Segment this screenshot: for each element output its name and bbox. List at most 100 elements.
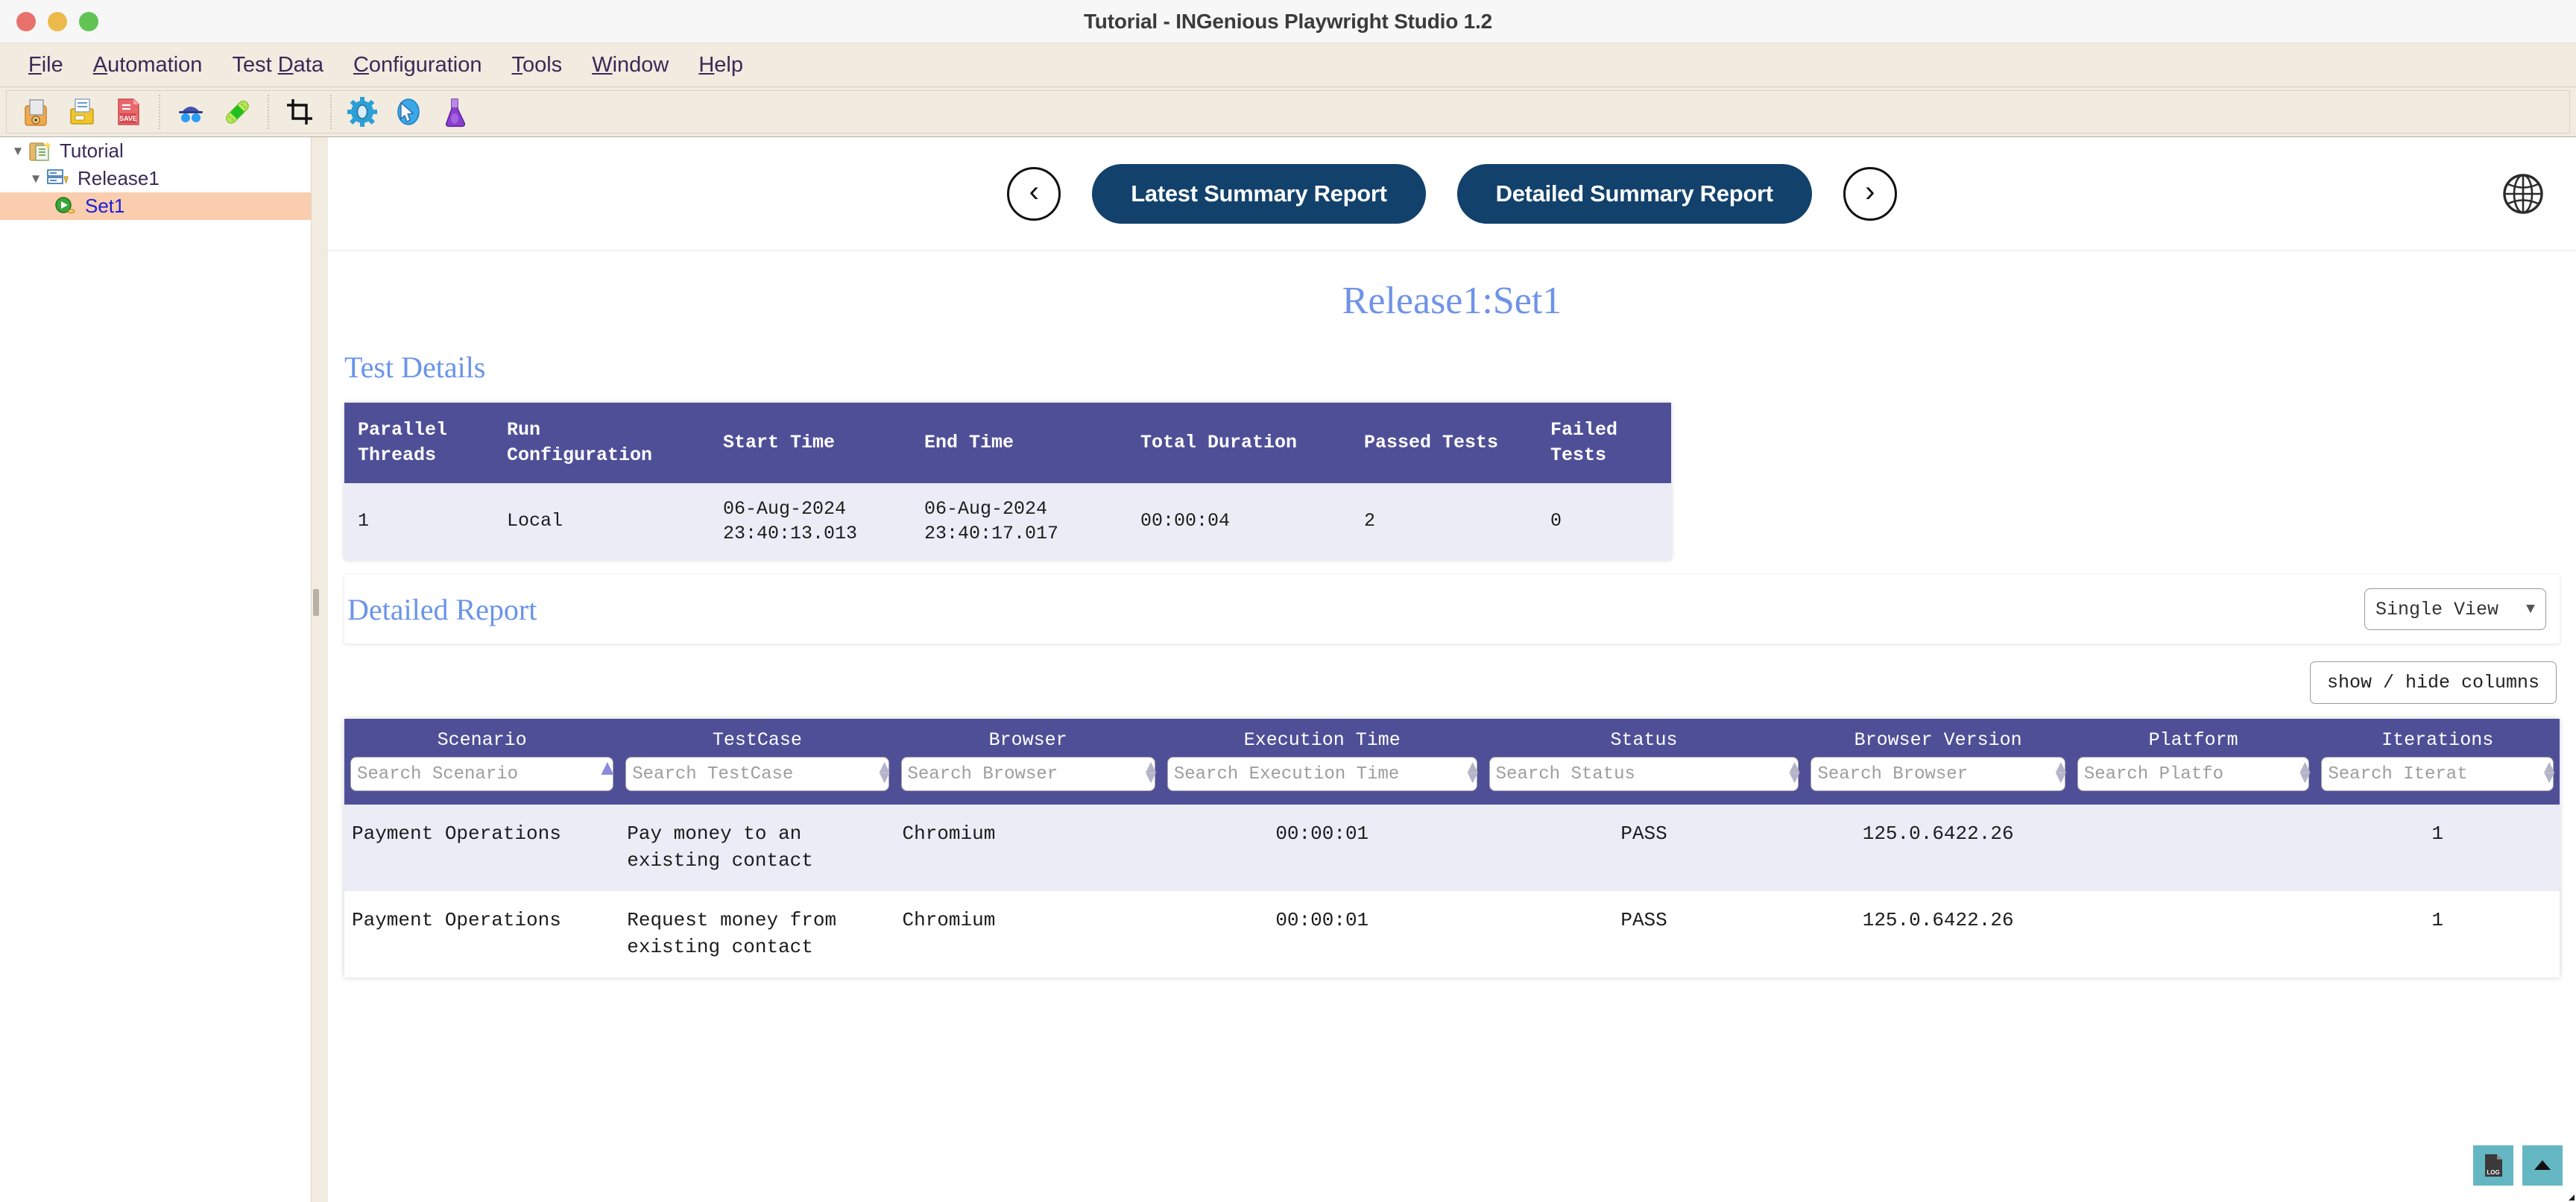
detailed-report-table: Scenario ▲▼ TestCase ▲▼ Browser ▲▼ — [344, 719, 2560, 978]
col-label-iterations: Iterations — [2381, 729, 2494, 751]
search-scenario-input[interactable] — [350, 757, 614, 791]
search-browser-version-input[interactable] — [1811, 757, 2065, 791]
search-execution-time-input[interactable] — [1167, 757, 1477, 791]
table-header-row: Parallel Threads Run Configuration Start… — [344, 403, 1671, 483]
col-label-scenario: Scenario — [437, 729, 527, 751]
show-hide-columns-row: show / hide columns — [328, 661, 2557, 704]
tree-item-release1[interactable]: ▼ Release1 — [0, 165, 311, 192]
cell-browser: Chromium — [894, 805, 1161, 891]
th-execution-time: Execution Time ▲▼ — [1161, 719, 1483, 805]
end-time-date: 06-Aug-2024 — [924, 497, 1048, 520]
sort-iterations-button[interactable]: ▲ ▼ — [2540, 758, 2558, 787]
cell-passed-tests: 2 — [1351, 482, 1537, 560]
th-scenario: Scenario ▲▼ — [344, 719, 620, 805]
menu-help[interactable]: Help — [684, 50, 758, 81]
sort-browser-version-button[interactable]: ▲ ▼ — [2052, 758, 2070, 787]
sort-execution-time-button[interactable]: ▲ ▼ — [1464, 758, 1482, 787]
sort-platform-button[interactable]: ▲ ▼ — [2296, 758, 2314, 787]
cell-testcase-link[interactable]: Pay money to an existing contact — [619, 805, 895, 891]
toolbar: SAVE — [0, 86, 2576, 137]
project-icon — [28, 140, 54, 163]
detailed-summary-report-button[interactable]: Detailed Summary Report — [1456, 163, 1812, 224]
view-mode-select[interactable]: Single View ▼ — [2364, 588, 2546, 630]
next-report-button[interactable]: › — [1843, 166, 1897, 221]
sort-scenario-button[interactable]: ▲▼ — [597, 758, 619, 779]
cell-status: PASS — [1483, 890, 1805, 978]
menu-configuration[interactable]: Configuration — [338, 50, 497, 81]
sort-testcase-button[interactable]: ▲ ▼ — [876, 758, 894, 787]
sort-status-button[interactable]: ▲ ▼ — [1786, 758, 1804, 787]
log-file-icon[interactable]: LOG — [2473, 1145, 2513, 1186]
th-parallel-threads: Parallel Threads — [344, 403, 493, 483]
cell-start-time: 06-Aug-2024 23:40:13.013 — [710, 482, 911, 560]
cell-parallel-threads: 1 — [344, 482, 493, 560]
scroll-to-top-icon[interactable] — [2522, 1145, 2563, 1186]
menu-tools[interactable]: Tools — [496, 50, 577, 81]
search-status-input[interactable] — [1489, 757, 1799, 791]
sort-browser-button[interactable]: ▲ ▼ — [1142, 758, 1160, 787]
cell-total-duration: 00:00:04 — [1127, 482, 1351, 560]
chevron-down-icon[interactable]: ▼ — [25, 172, 46, 186]
detailed-report-bar: Detailed Report Single View ▼ — [344, 575, 2560, 644]
cell-execution-time: 00:00:01 — [1161, 805, 1483, 891]
flask-icon[interactable] — [432, 91, 478, 133]
open-project-icon[interactable] — [13, 91, 59, 133]
cell-status: PASS — [1483, 805, 1805, 891]
cell-failed-tests: 0 — [1537, 482, 1671, 560]
menu-file[interactable]: FFileile — [13, 50, 78, 81]
tree-item-label: Set1 — [85, 195, 125, 217]
tree-item-set1[interactable]: Set1 — [0, 192, 311, 220]
start-time-clock: 23:40:13.013 — [723, 523, 858, 545]
view-mode-value: Single View — [2375, 598, 2499, 620]
browser-pointer-icon[interactable] — [385, 91, 432, 133]
th-browser: Browser ▲▼ — [894, 719, 1161, 805]
cell-execution-time: 00:00:01 — [1161, 890, 1483, 978]
window-titlebar: Tutorial - INGenious Playwright Studio 1… — [0, 0, 2576, 43]
spy-icon[interactable] — [168, 91, 214, 133]
cell-scenario: Payment Operations — [344, 890, 620, 978]
table-row[interactable]: Payment Operations Pay money to an exist… — [344, 805, 2560, 891]
end-time-clock: 23:40:17.017 — [924, 523, 1059, 545]
globe-icon[interactable] — [2497, 168, 2549, 220]
cell-browser: Chromium — [894, 890, 1161, 978]
th-iterations: Iterations ▲▼ — [2315, 719, 2560, 805]
search-testcase-input[interactable] — [625, 757, 889, 791]
tree-item-tutorial[interactable]: ▼ Tutorial — [0, 137, 311, 165]
menu-automation[interactable]: Automation — [78, 50, 218, 81]
cell-browser-version: 125.0.6422.26 — [1805, 890, 2071, 978]
cell-platform — [2071, 805, 2316, 891]
search-iterations-input[interactable] — [2321, 757, 2554, 791]
test-details-heading: Test Details — [344, 350, 486, 384]
resize-grip[interactable] — [2563, 1189, 2575, 1201]
th-run-configuration: Run Configuration — [493, 403, 710, 483]
floating-action-buttons: LOG — [2473, 1145, 2563, 1186]
cell-browser-version: 125.0.6422.26 — [1805, 805, 2071, 891]
th-status: Status ▲▼ — [1483, 719, 1805, 805]
menu-test-data[interactable]: Test Data — [217, 50, 338, 81]
col-label-browser: Browser — [988, 729, 1067, 751]
previous-report-button[interactable]: ‹ — [1007, 166, 1061, 221]
search-browser-input[interactable] — [900, 757, 1155, 791]
th-failed-tests: Failed Tests — [1537, 403, 1671, 483]
svg-text:SAVE: SAVE — [119, 115, 137, 122]
open-file-icon[interactable] — [59, 91, 105, 133]
save-icon[interactable]: SAVE — [105, 91, 151, 133]
report-header-bar: ‹ Latest Summary Report Detailed Summary… — [328, 137, 2576, 251]
menubar: FFileile Automation Test Data Configurat… — [0, 43, 2576, 86]
bandage-icon[interactable] — [214, 91, 260, 133]
col-label-execution-time: Execution Time — [1243, 729, 1401, 751]
latest-summary-report-button[interactable]: Latest Summary Report — [1092, 163, 1426, 224]
crop-icon[interactable] — [277, 91, 323, 133]
search-platform-input[interactable] — [2077, 757, 2310, 791]
chevron-down-icon[interactable]: ▼ — [7, 144, 28, 159]
th-end-time: End Time — [911, 403, 1127, 483]
th-platform: Platform ▲▼ — [2071, 719, 2316, 805]
sidebar-splitter[interactable] — [312, 137, 328, 1202]
table-row[interactable]: Payment Operations Request money from ex… — [344, 890, 2560, 978]
show-hide-columns-button[interactable]: show / hide columns — [2309, 661, 2557, 704]
menu-window[interactable]: Window — [577, 50, 684, 81]
th-total-duration: Total Duration — [1127, 403, 1351, 483]
gear-icon[interactable] — [339, 91, 385, 133]
splitter-handle[interactable] — [313, 589, 319, 616]
cell-testcase-link[interactable]: Request money from existing contact — [619, 890, 895, 978]
